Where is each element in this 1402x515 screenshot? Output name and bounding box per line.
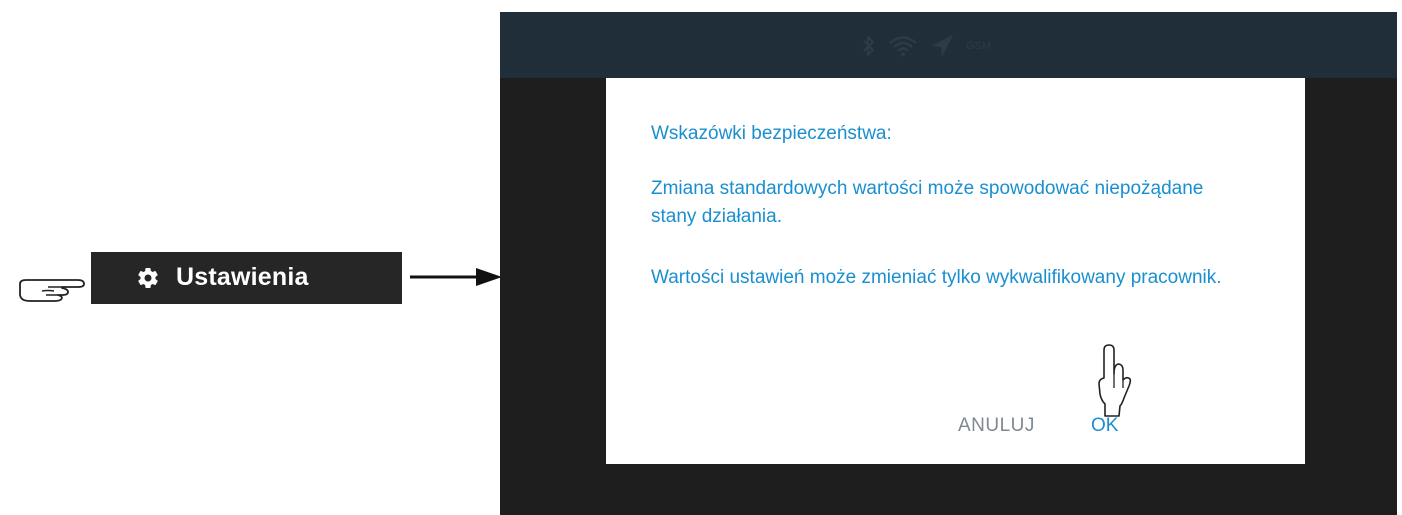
status-bar: GSM: [500, 12, 1397, 78]
pointing-hand-icon: [19, 279, 85, 302]
gsm-indicator: GSM: [966, 40, 992, 52]
bluetooth-icon: [863, 36, 874, 56]
ok-button[interactable]: OK: [1091, 415, 1118, 437]
settings-button-label: Ustawienia: [176, 263, 309, 291]
dialog-paragraph-warning: Zmiana standardowych wartości może spowo…: [651, 178, 1204, 227]
dialog-title: Wskazówki bezpieczeństwa:: [651, 123, 892, 144]
settings-button[interactable]: Ustawienia: [91, 252, 402, 304]
cancel-button[interactable]: ANULUJ: [958, 415, 1035, 437]
wifi-icon: [889, 36, 917, 57]
device-screen: GSM Wskazówki bezpieczeństwa: Zmiana sta…: [500, 12, 1397, 515]
dialog-paragraph-qualified: Wartości ustawień może zmieniać tylko wy…: [651, 267, 1222, 288]
location-arrow-icon: [931, 35, 953, 57]
status-icons: GSM: [862, 34, 991, 58]
gear-icon: [138, 268, 158, 289]
arrow-right-icon: [410, 268, 502, 286]
dialog-actions: ANULUJ OK: [606, 415, 1305, 445]
tapping-hand-icon: [1098, 344, 1132, 417]
safety-dialog: Wskazówki bezpieczeństwa: Zmiana standar…: [606, 78, 1305, 464]
